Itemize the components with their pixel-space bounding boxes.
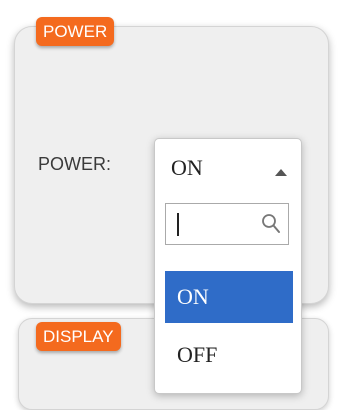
power-select-dropdown[interactable]: ON ON OFF bbox=[154, 138, 302, 394]
power-select-value[interactable]: ON bbox=[171, 155, 203, 181]
option-off[interactable]: OFF bbox=[165, 329, 293, 381]
caret-up-icon[interactable] bbox=[275, 169, 287, 176]
dropdown-search-input[interactable] bbox=[166, 204, 271, 244]
power-field-label: POWER: bbox=[38, 154, 112, 174]
search-icon[interactable] bbox=[261, 213, 281, 235]
display-section-tag: DISPLAY bbox=[36, 322, 121, 351]
power-section-tag: POWER bbox=[36, 17, 115, 46]
text-cursor bbox=[177, 213, 179, 236]
dropdown-search-box[interactable] bbox=[165, 203, 289, 245]
option-on[interactable]: ON bbox=[165, 271, 293, 323]
